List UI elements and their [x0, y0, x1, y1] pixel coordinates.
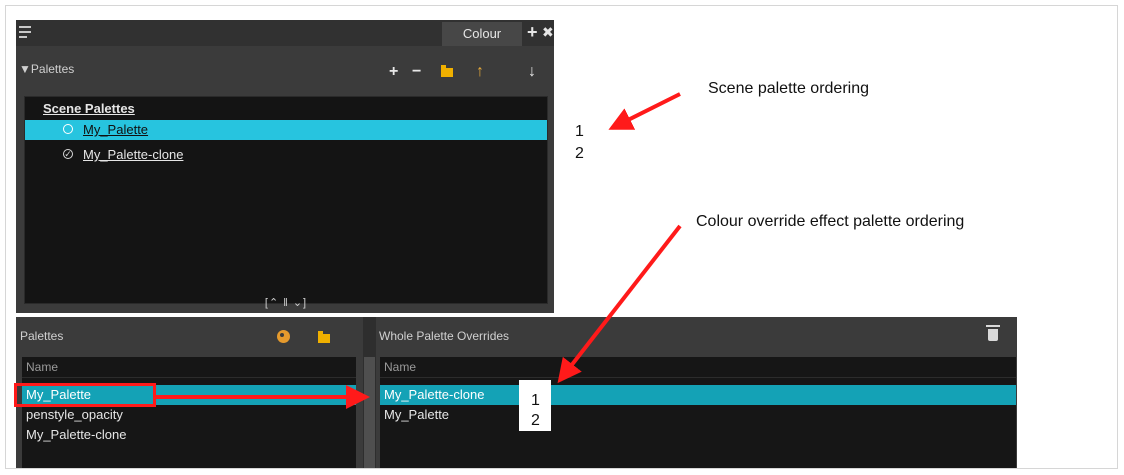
annotation-arrows — [156, 92, 682, 409]
arrow-override-ordering — [557, 224, 682, 384]
arrow-scene-ordering — [608, 92, 681, 130]
